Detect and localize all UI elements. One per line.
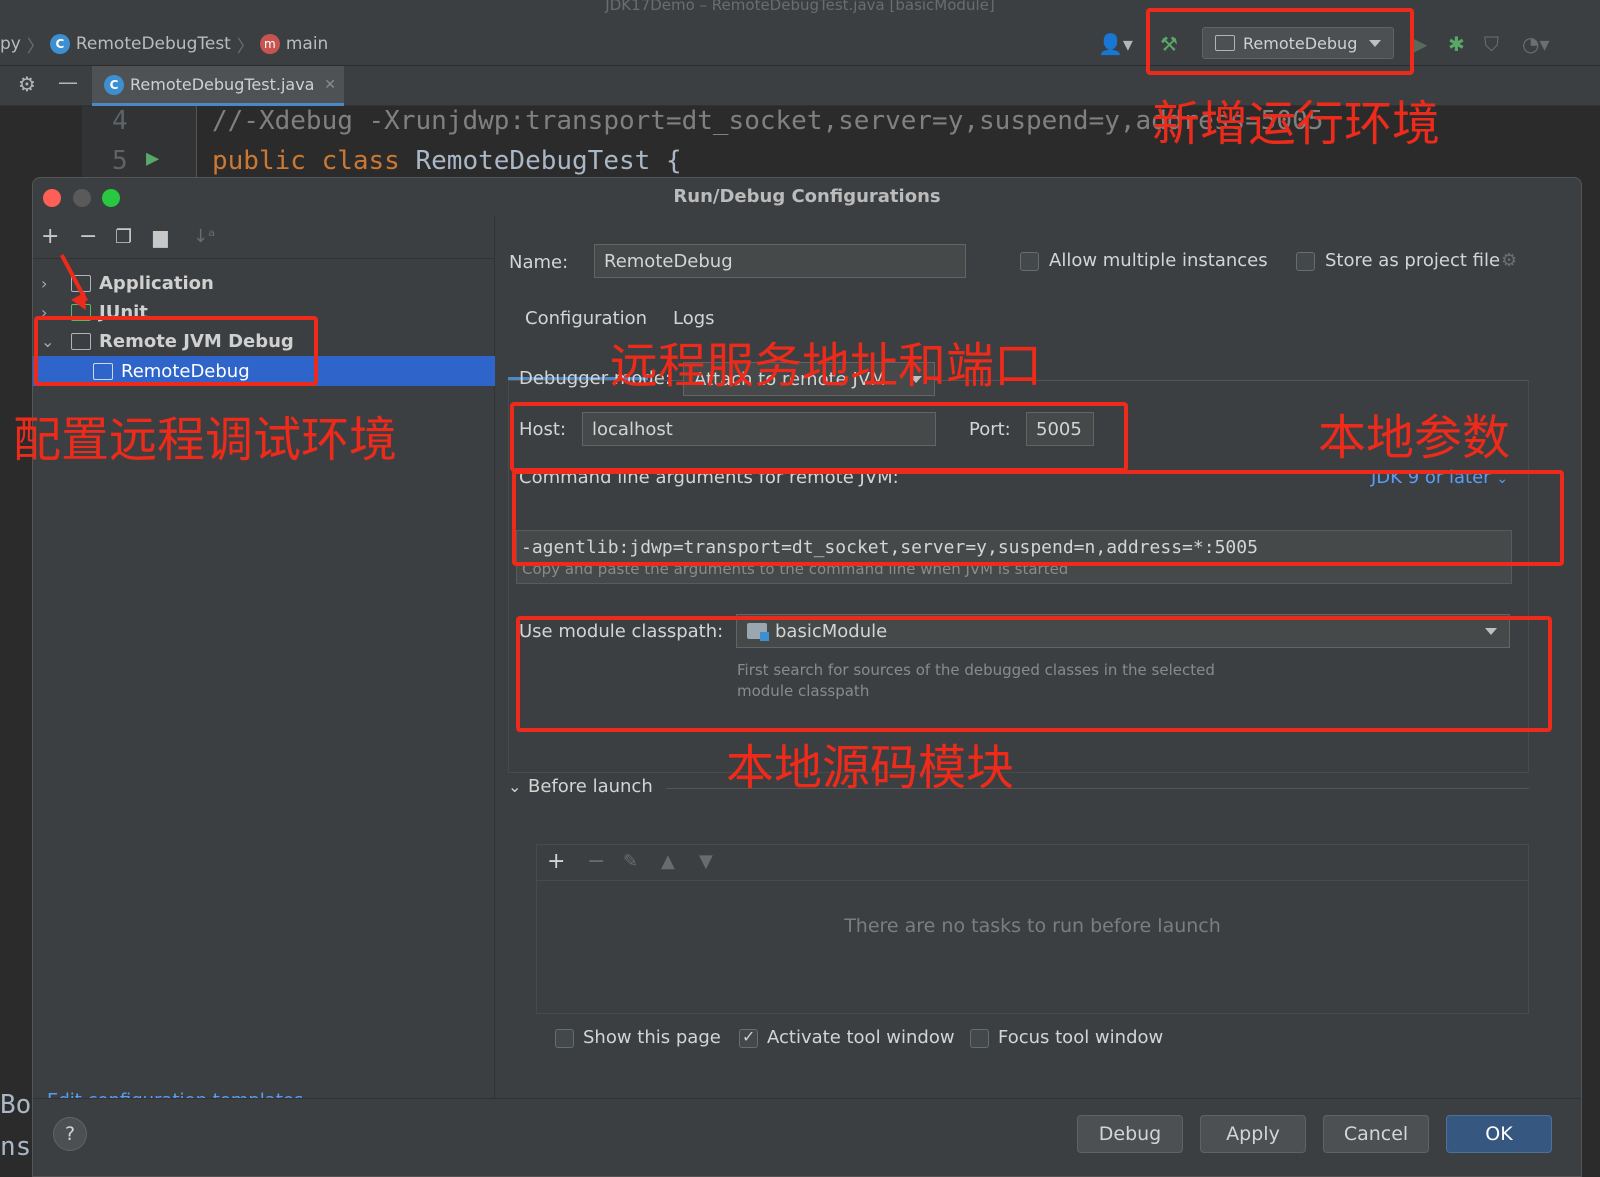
zoom-window-button[interactable] [102,189,120,207]
profiler-icon[interactable]: ◔▾ [1522,32,1550,56]
background-code-fragment: ns [0,1132,32,1162]
file-tab-label: RemoteDebugTest.java [130,75,315,94]
class-icon: C [104,74,124,95]
folder-add-icon[interactable]: ▆ [153,226,168,248]
breadcrumb-prefix[interactable]: py [0,34,21,54]
breadcrumb-separator-icon: 〉 [236,36,254,57]
dialog-footer: ? Debug Apply Cancel OK [33,1098,1581,1176]
add-icon[interactable]: + [41,224,59,249]
remove-icon[interactable]: − [79,224,97,249]
annotation-box-module [516,616,1552,732]
name-label: Name: [509,252,569,273]
tree-item-label: Application [99,272,214,294]
name-field[interactable]: RemoteDebug [594,244,966,278]
code-class-name: RemoteDebugTest { [415,146,682,176]
annotation-config-remote: 配置远程调试环境 [13,412,398,468]
toolbar-divider [33,258,495,259]
ok-button[interactable]: OK [1446,1115,1552,1153]
cancel-button[interactable]: Cancel [1323,1115,1429,1153]
class-icon: C [49,34,70,54]
debug-bug-icon[interactable]: ✱ [1448,32,1465,56]
show-this-page-label: Show this page [583,1027,721,1048]
before-launch-toolbar: + − ✎ ▲ ▼ [537,845,1528,881]
code-line-class: public class RemoteDebugTest { [212,146,682,176]
gear-icon[interactable]: ⚙ [1501,250,1517,271]
before-launch-label[interactable]: Before launch [528,776,653,797]
annotation-add-env: 新增运行环境 [1152,96,1441,152]
debug-button[interactable]: Debug [1077,1115,1183,1153]
run-icon[interactable]: ▶ [1412,32,1427,56]
activate-tool-window-checkbox[interactable] [739,1027,758,1048]
dialog-title: Run/Debug Configurations [673,186,941,207]
before-launch-task-list: + − ✎ ▲ ▼ There are no tasks to run befo… [536,844,1529,1014]
name-field-value: RemoteDebug [604,250,733,272]
method-icon: m [259,34,280,54]
line-number: 4 [112,106,128,136]
chevron-right-icon[interactable]: › [41,274,55,293]
allow-multiple-instances-label: Allow multiple instances [1049,250,1268,271]
store-as-project-file-checkbox[interactable] [1296,252,1315,271]
line-number: 5 [112,146,128,176]
no-tasks-message: There are no tasks to run before launch [844,915,1221,937]
coverage-icon[interactable]: ⛉ [1484,32,1499,56]
annotation-box-remote-jvm [34,316,318,386]
minimize-icon[interactable]: — [58,70,78,94]
close-icon[interactable]: ✕ [324,77,336,93]
run-gutter-icon[interactable]: ▶ [146,146,159,171]
editor-gutter [82,106,197,181]
breadcrumb-method[interactable]: main [286,34,328,54]
close-window-button[interactable] [43,189,61,207]
move-up-icon[interactable]: ▲ [661,851,675,872]
copy-icon[interactable]: ❐ [115,226,132,248]
help-button[interactable]: ? [53,1117,87,1151]
breadcrumb-separator-icon: 〉 [26,36,44,57]
chevron-down-icon[interactable]: ⌄ [508,777,521,796]
show-this-page-checkbox[interactable] [555,1029,574,1048]
background-code-fragment: Bo [0,1090,32,1120]
edit-pencil-icon[interactable]: ✎ [623,851,638,872]
code-keyword: public class [212,146,400,176]
remove-icon[interactable]: − [587,849,605,874]
activate-tool-window-label: Activate tool window [767,1027,955,1048]
annotation-local-params: 本地参数 [1318,410,1511,466]
breadcrumb: py 〉 C RemoteDebugTest 〉 m main [0,22,328,66]
annotation-box-host-port [510,402,1128,472]
annotation-local-module: 本地源码模块 [726,740,1015,796]
breadcrumb-class[interactable]: RemoteDebugTest [76,34,231,54]
allow-multiple-instances-checkbox[interactable] [1020,252,1039,271]
gear-icon[interactable]: ⚙ [18,72,36,96]
focus-tool-window-checkbox[interactable] [970,1029,989,1048]
sort-icon[interactable]: ↓ᵃ [193,226,215,247]
annotation-box-cmd-args [512,470,1564,566]
minimize-window-button[interactable] [73,189,91,207]
apply-button[interactable]: Apply [1200,1115,1306,1153]
annotation-box-run-config [1146,8,1414,75]
focus-tool-window-label: Focus tool window [998,1027,1164,1048]
store-as-project-file-label: Store as project file [1325,250,1501,271]
user-icon[interactable]: 👤▾ [1098,32,1133,56]
file-tab[interactable]: C RemoteDebugTest.java ✕ [92,66,344,106]
move-down-icon[interactable]: ▼ [699,851,713,872]
annotation-remote-addr: 远程服务地址和端口 [610,338,1043,394]
add-icon[interactable]: + [547,849,565,874]
tree-item-application[interactable]: › Application [33,268,495,298]
